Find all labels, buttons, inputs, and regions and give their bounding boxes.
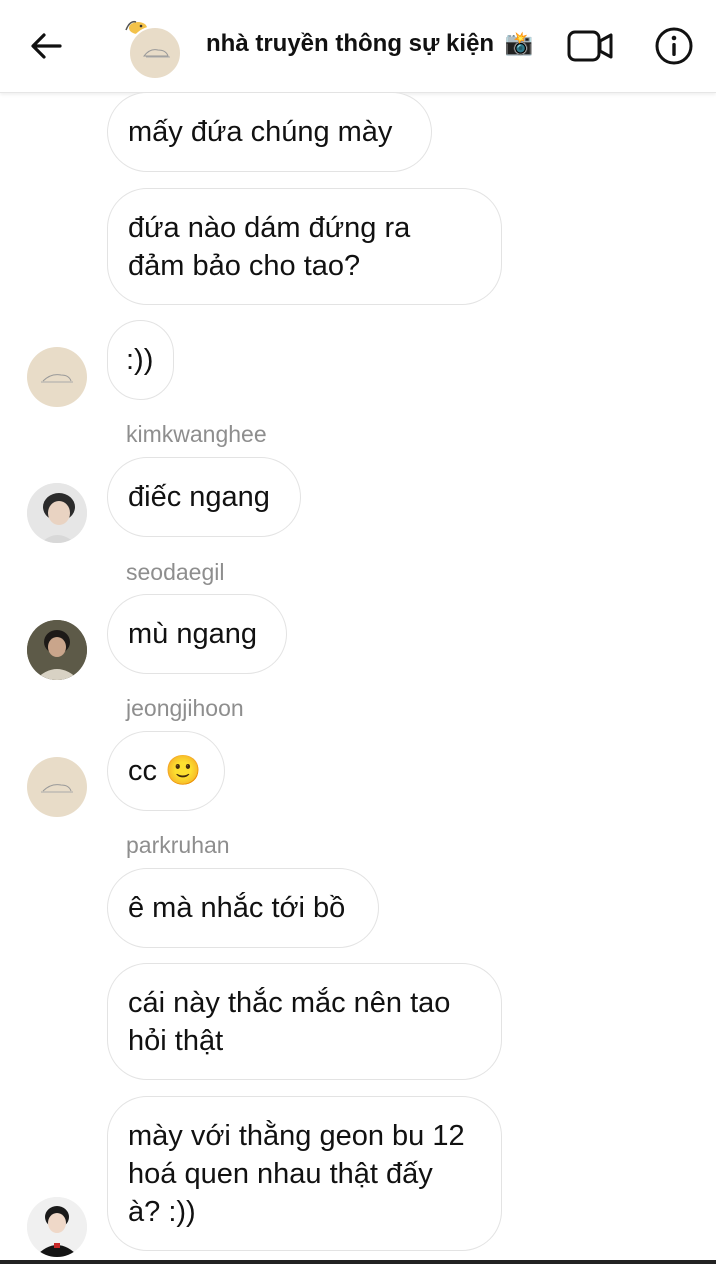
chat-header: nhà truyền thông sự kiện 📸 (0, 0, 716, 93)
video-call-button[interactable] (566, 26, 616, 66)
info-icon (655, 27, 693, 65)
avatar-sketch (41, 374, 73, 383)
avatar-photo (27, 483, 87, 543)
arrow-left-icon (31, 33, 62, 59)
message-text: điếc ngang (128, 481, 270, 513)
message-bubble[interactable]: mù ngang (107, 594, 287, 674)
sender-name: kimkwanghee (126, 421, 267, 447)
camera-flash-emoji: 📸 (504, 30, 534, 56)
video-camera-icon (567, 30, 613, 62)
group-avatar[interactable] (116, 14, 182, 80)
sender-avatar[interactable] (27, 347, 87, 407)
avatar-photo (27, 1197, 87, 1257)
message-bubble[interactable]: ê mà nhắc tới bồ (107, 868, 379, 948)
message-text: ê mà nhắc tới bồ (128, 892, 346, 924)
message-bubble[interactable]: cc 🙂 (107, 731, 225, 811)
sender-name: seodaegil (126, 559, 225, 585)
info-button[interactable] (654, 26, 694, 66)
message-text: mù ngang (128, 618, 257, 650)
sender-avatar[interactable] (27, 757, 87, 817)
back-button[interactable] (26, 26, 66, 66)
sender-name: jeongjihoon (126, 695, 244, 721)
message-bubble[interactable]: :)) (107, 320, 174, 400)
chat-title[interactable]: nhà truyền thông sự kiện 📸 (206, 30, 533, 58)
message-text: :)) (126, 344, 154, 376)
sender-avatar[interactable] (27, 1197, 87, 1257)
message-text: mấy đứa chúng mày (128, 116, 393, 148)
message-bubble[interactable]: điếc ngang (107, 457, 301, 537)
message-bubble[interactable]: mấy đứa chúng mày (107, 92, 432, 172)
message-bubble[interactable]: cái này thắc mắc nên tao hỏi thật (107, 963, 502, 1080)
message-text: đứa nào dám đứng ra đảm bảo cho tao? (128, 211, 411, 282)
chat-title-text: nhà truyền thông sự kiện (206, 30, 495, 57)
avatar-sketch (41, 784, 73, 793)
sender-avatar[interactable] (27, 620, 87, 680)
message-bubble[interactable]: đứa nào dám đứng ra đảm bảo cho tao? (107, 188, 502, 305)
avatar-photo (27, 620, 87, 680)
message-text: cc 🙂 (128, 755, 202, 787)
group-avatar-primary (128, 26, 182, 80)
message-text: mày với thằng geon bu 12 hoá quen nhau t… (128, 1119, 465, 1228)
bottom-divider (0, 1260, 716, 1264)
message-text: cái này thắc mắc nên tao hỏi thật (128, 986, 451, 1057)
sender-name: parkruhan (126, 832, 230, 858)
message-bubble[interactable]: mày với thằng geon bu 12 hoá quen nhau t… (107, 1096, 502, 1251)
sender-avatar[interactable] (27, 483, 87, 543)
